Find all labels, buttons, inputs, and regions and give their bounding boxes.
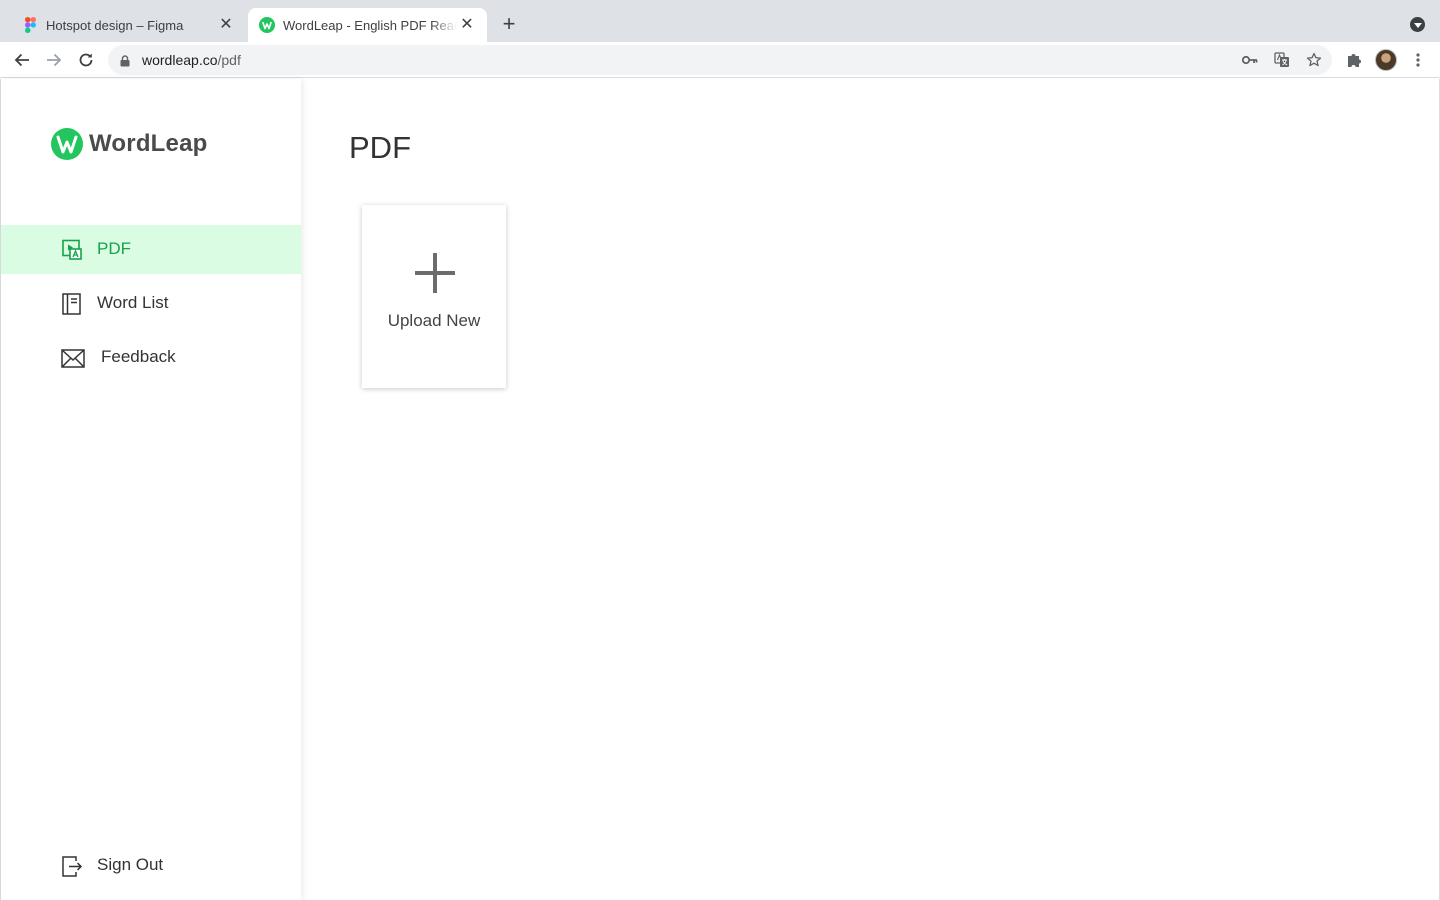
browser-tab-wordleap[interactable]: WordLeap - English PDF Reading ✕ xyxy=(248,8,487,42)
url-path: /pdf xyxy=(217,52,241,68)
app-root: WordLeap PDF Word List Feedback Sign Out… xyxy=(0,79,1440,900)
translate-icon[interactable] xyxy=(1274,52,1290,68)
lock-icon[interactable] xyxy=(120,54,130,72)
sign-out-button[interactable]: Sign Out xyxy=(1,841,301,890)
figma-icon xyxy=(22,17,38,33)
url-text[interactable]: wordleap.co/pdf xyxy=(142,52,241,68)
sign-out-icon xyxy=(61,855,83,877)
sidebar-item-word-list[interactable]: Word List xyxy=(1,279,301,328)
upload-new-card[interactable]: Upload New xyxy=(362,205,506,388)
bookmark-star-icon[interactable] xyxy=(1306,52,1322,68)
wordleap-icon xyxy=(259,17,275,33)
password-key-icon[interactable] xyxy=(1242,52,1258,68)
tab-title: WordLeap - English PDF Reading xyxy=(283,17,457,33)
tab-search-icon[interactable] xyxy=(1410,17,1425,32)
address-bar[interactable]: wordleap.co/pdf xyxy=(108,45,1332,75)
url-host: wordleap.co xyxy=(142,52,218,68)
upload-new-label: Upload New xyxy=(387,311,481,330)
sidebar-item-label: Word List xyxy=(97,293,169,312)
browser-tab-figma[interactable]: Hotspot design – Figma ✕ xyxy=(2,8,246,42)
wordleap-logo-icon xyxy=(51,128,83,160)
notebook-icon xyxy=(61,293,83,315)
brand-name: WordLeap xyxy=(89,130,208,157)
reload-icon[interactable] xyxy=(75,49,97,71)
sidebar-item-label: Feedback xyxy=(101,347,176,366)
new-tab-icon[interactable]: + xyxy=(498,13,520,35)
profile-avatar[interactable] xyxy=(1375,49,1397,71)
sidebar-item-label: PDF xyxy=(97,239,131,258)
plus-icon xyxy=(414,252,456,294)
pdf-document-icon xyxy=(61,239,83,261)
close-tab-icon[interactable]: ✕ xyxy=(218,17,234,33)
back-icon[interactable] xyxy=(11,49,33,71)
close-tab-icon[interactable]: ✕ xyxy=(459,17,475,33)
page-title: PDF xyxy=(349,130,411,165)
browser-menu-icon[interactable] xyxy=(1408,50,1428,70)
tab-title: Hotspot design – Figma xyxy=(46,17,184,33)
sidebar-item-pdf[interactable]: PDF xyxy=(1,225,301,274)
forward-icon[interactable] xyxy=(43,49,65,71)
envelope-icon xyxy=(61,347,85,369)
sign-out-label: Sign Out xyxy=(97,855,164,874)
browser-toolbar: wordleap.co/pdf xyxy=(0,42,1440,78)
extensions-puzzle-icon[interactable] xyxy=(1344,50,1364,70)
wordleap-logo[interactable]: WordLeap xyxy=(51,128,208,160)
sidebar-item-feedback[interactable]: Feedback xyxy=(1,333,301,382)
browser-tab-strip: Hotspot design – Figma ✕ WordLeap - Engl… xyxy=(0,0,1440,42)
sidebar: WordLeap PDF Word List Feedback Sign Out xyxy=(1,79,301,900)
